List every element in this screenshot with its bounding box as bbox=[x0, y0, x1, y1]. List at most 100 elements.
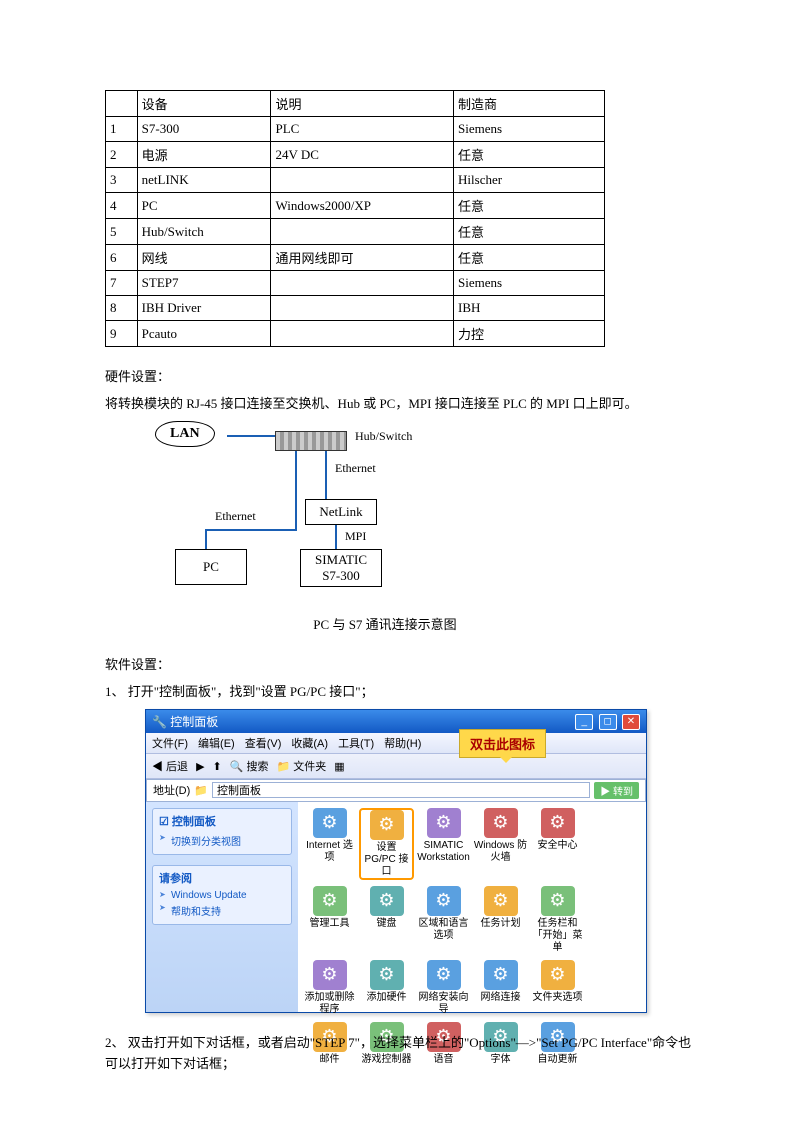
control-panel-icon bbox=[587, 886, 642, 954]
table-cell: 通用网线即可 bbox=[271, 245, 454, 271]
control-panel-icon[interactable]: ⚙ 管理工具 bbox=[302, 886, 357, 954]
icon-label: 网络安装向导 bbox=[416, 992, 471, 1016]
toolbar: ◀ 后退 ▶ ⬆ 🔍 搜索 📁 文件夹 ▦ bbox=[146, 754, 646, 779]
maximize-button[interactable]: ◻ bbox=[599, 714, 617, 730]
toolbar-button[interactable]: ▦ bbox=[334, 761, 344, 773]
table-cell: 2 bbox=[106, 142, 138, 168]
sidebar-link-help[interactable]: 帮助和支持 bbox=[159, 903, 285, 918]
control-panel-icon[interactable]: ⚙区域和语言选项 bbox=[416, 886, 471, 954]
icon-label: Windows 防火墙 bbox=[473, 840, 528, 864]
menu-item[interactable]: 收藏(A) bbox=[291, 738, 328, 750]
go-button[interactable]: ▶ 转到 bbox=[594, 782, 639, 799]
icon-label: 任务计划 bbox=[473, 918, 528, 930]
hubswitch-label: Hub/Switch bbox=[355, 429, 412, 444]
icon-label: Internet 选项 bbox=[302, 840, 357, 864]
app-icon: ⚙ bbox=[427, 808, 461, 838]
icon-label: 任务栏和「开始」菜单 bbox=[530, 918, 585, 954]
table-cell: 任意 bbox=[454, 193, 605, 219]
table-cell: 任意 bbox=[454, 142, 605, 168]
app-icon: ⚙ bbox=[313, 886, 347, 916]
icon-label: 添加硬件 bbox=[359, 992, 414, 1004]
table-cell bbox=[271, 321, 454, 347]
table-cell bbox=[271, 271, 454, 296]
table-cell: 1 bbox=[106, 117, 138, 142]
app-icon: ⚙ bbox=[370, 886, 404, 916]
control-panel-icon[interactable]: ⚙添加或删除程序 bbox=[302, 960, 357, 1016]
app-icon: ⚙ bbox=[484, 886, 518, 916]
icon-label: SIMATIC Workstation bbox=[416, 840, 471, 864]
control-panel-icon[interactable]: ⚙ 键盘 bbox=[359, 886, 414, 954]
table-row: 2电源24V DC任意 bbox=[106, 142, 605, 168]
table-row: 8IBH DriverIBH bbox=[106, 296, 605, 321]
table-cell: Siemens bbox=[454, 117, 605, 142]
window-body: ☑ 控制面板 切换到分类视图 请参阅 Windows Update 帮助和支持 … bbox=[146, 802, 646, 1012]
table-cell: S7-300 bbox=[137, 117, 271, 142]
table-cell: Windows2000/XP bbox=[271, 193, 454, 219]
app-icon: ⚙ bbox=[427, 886, 461, 916]
app-icon: ⚙ bbox=[370, 960, 404, 990]
menu-item[interactable]: 查看(V) bbox=[245, 738, 282, 750]
control-panel-icon[interactable]: ⚙Windows 防火墙 bbox=[473, 808, 528, 880]
icon-label: 管理工具 bbox=[302, 918, 357, 930]
toolbar-button[interactable]: 🔍 搜索 bbox=[230, 761, 269, 773]
app-icon: ⚙ bbox=[484, 808, 518, 838]
diagram-caption: PC 与 S7 通讯连接示意图 bbox=[185, 615, 585, 636]
table-cell: 任意 bbox=[454, 245, 605, 271]
icon-grid: ⚙Internet 选项⚙设置 PG/PC 接口⚙SIMATIC Worksta… bbox=[298, 802, 646, 1012]
table-row: 1S7-300PLCSiemens bbox=[106, 117, 605, 142]
app-icon: ⚙ bbox=[541, 808, 575, 838]
control-panel-icon[interactable]: ⚙Internet 选项 bbox=[302, 808, 357, 880]
table-header-row: 设备 说明 制造商 bbox=[106, 91, 605, 117]
minimize-button[interactable]: _ bbox=[575, 714, 593, 730]
toolbar-button[interactable]: ⬆ bbox=[213, 761, 222, 773]
toolbar-button[interactable]: ◀ 后退 bbox=[152, 761, 188, 773]
line-to-pc bbox=[205, 529, 297, 531]
table-cell bbox=[271, 168, 454, 193]
control-panel-icon bbox=[587, 960, 642, 1016]
table-cell: IBH bbox=[454, 296, 605, 321]
control-panel-icon[interactable]: ⚙网络安装向导 bbox=[416, 960, 471, 1016]
control-panel-icon[interactable]: ⚙ 添加硬件 bbox=[359, 960, 414, 1016]
table-cell: Siemens bbox=[454, 271, 605, 296]
control-panel-icon[interactable]: ⚙网络连接 bbox=[473, 960, 528, 1016]
toolbar-button[interactable]: ▶ bbox=[196, 761, 204, 773]
control-panel-icon[interactable]: ⚙任务栏和「开始」菜单 bbox=[530, 886, 585, 954]
hw-text: 将转换模块的 RJ-45 接口连接至交换机、Hub 或 PC，MPI 接口连接至… bbox=[105, 394, 695, 415]
menu-item[interactable]: 文件(F) bbox=[152, 738, 188, 750]
hw-title: 硬件设置： bbox=[105, 367, 695, 388]
line-mpi bbox=[335, 525, 337, 549]
menu-item[interactable]: 帮助(H) bbox=[384, 738, 421, 750]
folder-icon: 📁 bbox=[194, 784, 208, 797]
app-icon: ⚙ bbox=[541, 960, 575, 990]
icon-label: 文件夹选项 bbox=[530, 992, 585, 1004]
app-icon: ⚙ bbox=[313, 808, 347, 838]
table-cell bbox=[271, 219, 454, 245]
menu-item[interactable]: 工具(T) bbox=[338, 738, 374, 750]
window-buttons: _ ◻ ✕ bbox=[573, 713, 640, 730]
toolbar-button[interactable]: 📁 文件夹 bbox=[277, 761, 327, 773]
control-panel-icon[interactable]: ⚙SIMATIC Workstation bbox=[416, 808, 471, 880]
control-panel-icon[interactable]: ⚙ 文件夹选项 bbox=[530, 960, 585, 1016]
table-cell: 电源 bbox=[137, 142, 271, 168]
icon-label: 添加或删除程序 bbox=[302, 992, 357, 1016]
table-cell: 5 bbox=[106, 219, 138, 245]
sidebar-heading-1: ☑ 控制面板 bbox=[159, 813, 285, 829]
simatic-box: SIMATIC S7-300 bbox=[300, 549, 382, 587]
sw-step-1: 1、 打开"控制面板"，找到"设置 PG/PC 接口"； bbox=[105, 682, 695, 703]
sidebar-link-category-view[interactable]: 切换到分类视图 bbox=[159, 833, 285, 848]
icon-label: 键盘 bbox=[359, 918, 414, 930]
sw-title: 软件设置： bbox=[105, 655, 695, 676]
table-row: 9Pcauto力控 bbox=[106, 321, 605, 347]
app-icon: ⚙ bbox=[427, 960, 461, 990]
control-panel-icon[interactable]: ⚙ 安全中心 bbox=[530, 808, 585, 880]
table-cell: 4 bbox=[106, 193, 138, 219]
app-icon: ⚙ bbox=[541, 886, 575, 916]
sidebar-link-windows-update[interactable]: Windows Update bbox=[159, 890, 285, 901]
icon-label: 安全中心 bbox=[530, 840, 585, 852]
address-input[interactable] bbox=[212, 782, 590, 798]
menu-item[interactable]: 编辑(E) bbox=[198, 738, 235, 750]
control-panel-icon bbox=[587, 808, 642, 880]
pg-pc-interface-icon[interactable]: ⚙设置 PG/PC 接口 bbox=[359, 808, 414, 880]
control-panel-icon[interactable]: ⚙ 任务计划 bbox=[473, 886, 528, 954]
close-button[interactable]: ✕ bbox=[622, 714, 640, 730]
